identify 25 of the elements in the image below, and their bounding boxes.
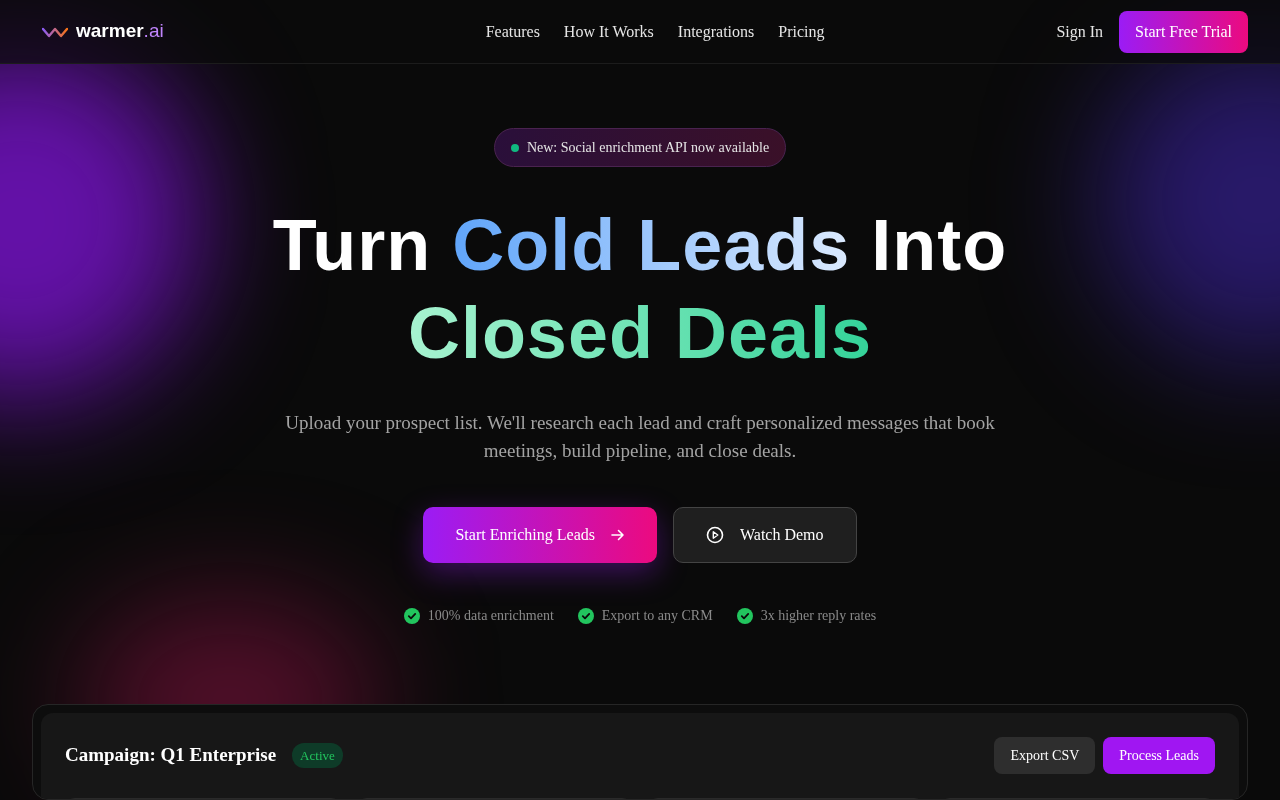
feature-text: Export to any CRM <box>601 607 713 625</box>
check-circle-icon <box>736 607 753 624</box>
watch-demo-button[interactable]: Watch Demo <box>672 507 857 563</box>
feature-text: 3x higher reply rates <box>760 607 877 625</box>
start-trial-button[interactable]: Start Free Trial <box>1119 10 1248 53</box>
nav-link[interactable]: How It Works <box>563 19 654 44</box>
check-circle-icon <box>577 607 594 624</box>
export-csv-button[interactable]: Export CSV <box>994 737 1096 774</box>
hero-subtitle: Upload your prospect list. We'll research each lead and craft personalized messages that book meetings, build pipeline, and close deals. <box>284 411 996 463</box>
wave-logo-icon <box>42 25 68 38</box>
feature-text: 100% data enrichment <box>427 607 554 625</box>
announcement-text: New: Social enrichment API now available <box>526 139 770 157</box>
campaign-title: Campaign: Q1 Enterprise <box>65 743 277 768</box>
arrow-right-icon <box>610 529 625 541</box>
sign-in-link[interactable]: Sign In <box>1056 19 1104 44</box>
nav-link[interactable]: Pricing <box>778 19 825 44</box>
hero-headline: Turn Cold Leads Into Closed Deals <box>272 204 1008 375</box>
status-badge: Active <box>292 742 343 769</box>
nav-link[interactable]: Features <box>485 19 540 44</box>
process-leads-button[interactable]: Process Leads <box>1103 737 1215 774</box>
check-circle-icon <box>403 607 420 624</box>
brand-name[interactable]: warmer.ai <box>76 17 164 46</box>
start-enriching-button[interactable]: Start Enriching Leads <box>423 507 657 563</box>
play-circle-icon <box>705 526 724 544</box>
nav-link[interactable]: Integrations <box>677 19 755 44</box>
